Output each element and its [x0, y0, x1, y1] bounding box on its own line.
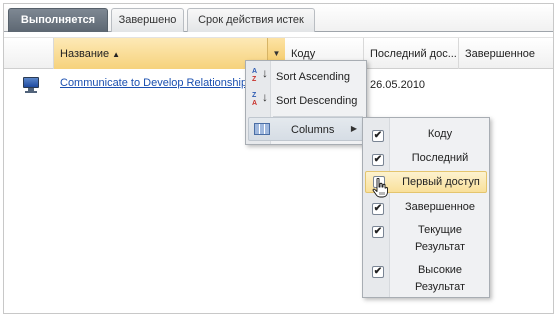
- columns-submenu: ✔ Коду ✔ Последний доступ Первый доступ …: [362, 117, 490, 298]
- menu-item-sort-ascending[interactable]: A Z ↓ Sort Ascending: [248, 65, 364, 89]
- column-toggle-label: Текущие Результат: [393, 222, 487, 256]
- column-context-menu: A Z ↓ Sort Ascending Z A ↓ Sort Descendi…: [245, 60, 367, 145]
- column-header-name-label: Название: [60, 48, 110, 60]
- column-toggle-label-line2: Результат: [414, 241, 466, 253]
- menu-item-sort-descending[interactable]: Z A ↓ Sort Descending: [248, 89, 364, 113]
- column-toggle-label: Коду: [427, 128, 453, 140]
- hand-cursor-icon: [372, 178, 388, 198]
- tab-strip: Выполняется Завершено Срок действия исте…: [4, 4, 553, 32]
- checkbox-checked[interactable]: ✔: [372, 154, 384, 166]
- course-link[interactable]: Communicate to Develop Relationships: [60, 77, 253, 89]
- checkbox-checked[interactable]: ✔: [372, 266, 384, 278]
- column-toggle-high-result[interactable]: ✔ Высокие Результат: [365, 261, 487, 297]
- column-toggle-label-line2: Результат: [414, 281, 466, 293]
- checkbox-checked[interactable]: ✔: [372, 226, 384, 238]
- column-header-completed[interactable]: Завершенное: [459, 38, 553, 69]
- column-toggle-label: Первый доступ: [402, 176, 480, 188]
- column-header-icon: [4, 38, 54, 69]
- menu-item-label: Sort Descending: [276, 95, 358, 107]
- tab-expired[interactable]: Срок действия истек: [187, 8, 315, 32]
- sort-descending-za-icon: Z A ↓: [252, 90, 268, 107]
- checkbox-checked[interactable]: ✔: [372, 130, 384, 142]
- columns-icon: [254, 123, 270, 135]
- menu-item-columns[interactable]: Columns ▶: [248, 117, 364, 141]
- row-last-access-date: 26.05.2010: [370, 79, 426, 91]
- column-toggle-label-line1: Высокие: [417, 264, 463, 276]
- tab-in-progress[interactable]: Выполняется: [8, 8, 108, 32]
- checkbox-checked[interactable]: ✔: [372, 203, 384, 215]
- column-header-last-access[interactable]: Последний дос...: [364, 38, 459, 69]
- submenu-arrow-icon: ▶: [350, 124, 357, 133]
- column-toggle-label: Завершенное: [404, 201, 476, 213]
- column-toggle-last-access[interactable]: ✔ Последний доступ: [365, 149, 487, 181]
- column-toggle-completed[interactable]: ✔ Завершенное: [365, 198, 487, 218]
- sort-ascending-icon: ▲: [112, 50, 121, 59]
- column-toggle-current-result[interactable]: ✔ Текущие Результат: [365, 221, 487, 257]
- menu-item-label: Columns: [291, 124, 335, 136]
- sort-ascending-az-icon: A Z ↓: [252, 66, 268, 83]
- column-toggle-code[interactable]: ✔ Коду: [365, 125, 487, 145]
- menu-item-label: Sort Ascending: [276, 71, 350, 83]
- column-toggle-label-line1: Текущие: [418, 224, 462, 236]
- tab-completed[interactable]: Завершено: [111, 8, 184, 32]
- column-toggle-label: Высокие Результат: [393, 262, 487, 296]
